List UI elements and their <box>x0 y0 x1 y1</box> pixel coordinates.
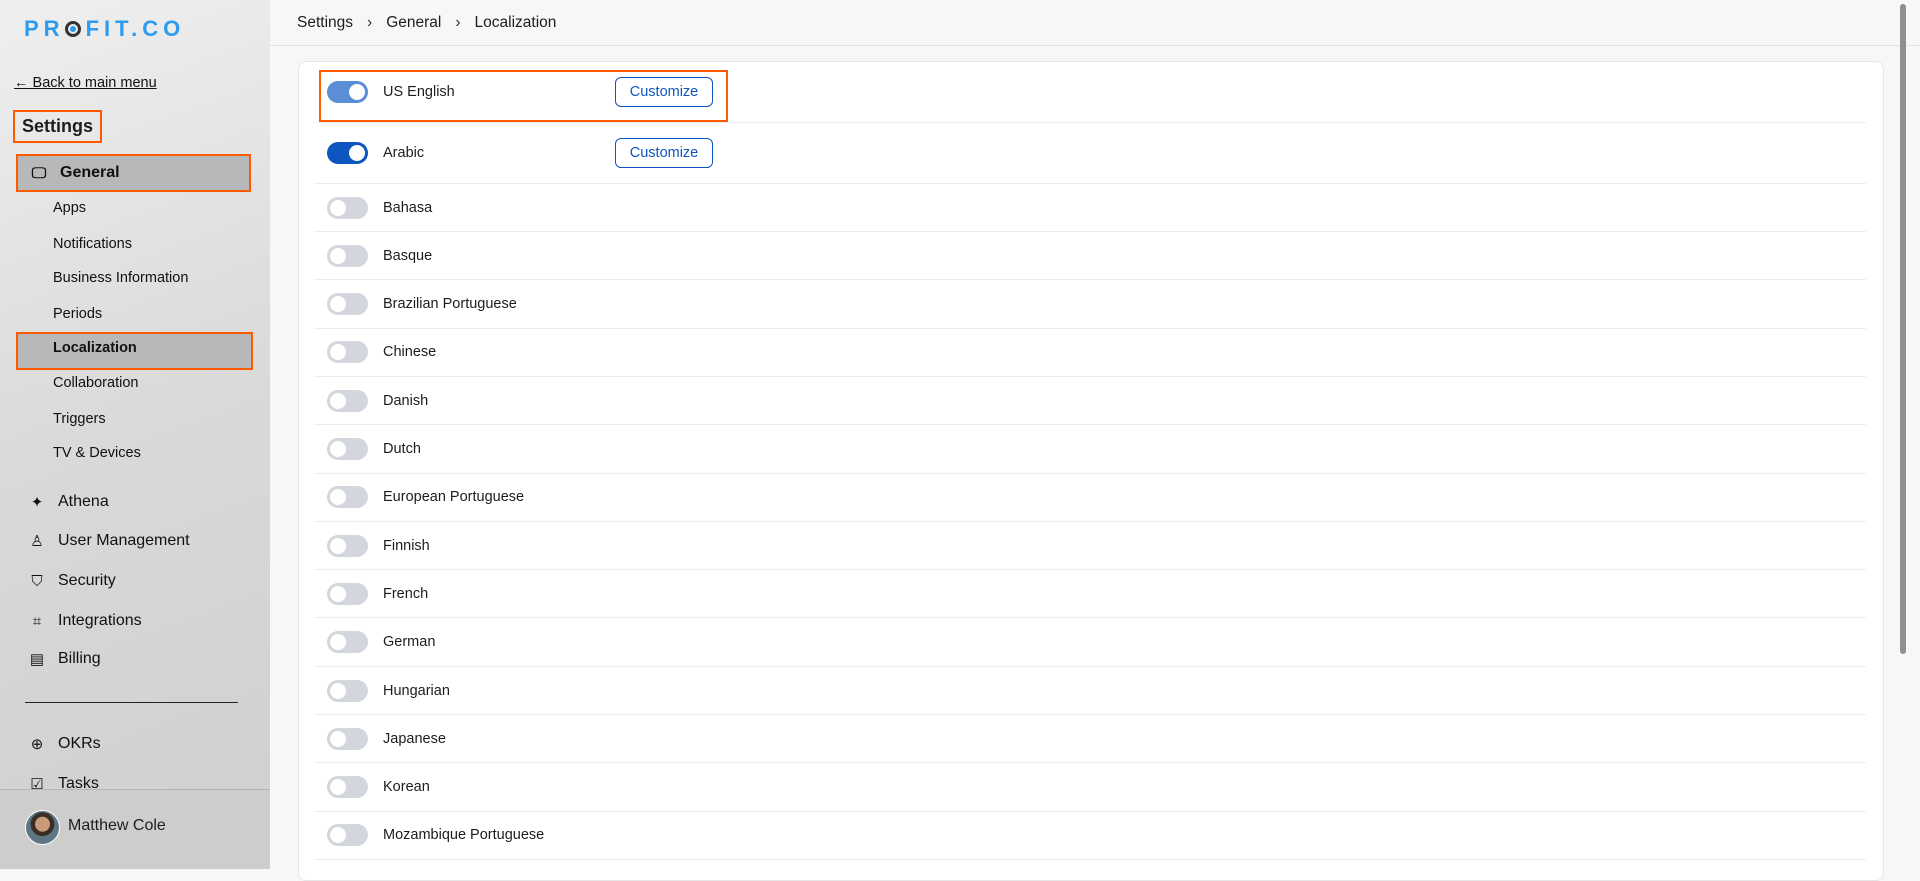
language-toggle[interactable] <box>327 582 368 605</box>
sidebar-item-okrs[interactable]: ⊕ OKRs <box>16 725 251 763</box>
divider <box>25 702 238 703</box>
language-row: Brazilian Portuguese <box>314 281 1866 329</box>
language-name: Korean <box>383 779 430 796</box>
avatar[interactable] <box>25 810 60 845</box>
language-row: Arabic Customize <box>314 123 1866 184</box>
target-icon: ⊕ <box>30 736 44 753</box>
scrollbar[interactable] <box>1900 0 1908 869</box>
language-toggle[interactable] <box>327 631 368 654</box>
sidebar-item-collaboration[interactable]: Collaboration <box>53 375 138 391</box>
language-row: Dutch <box>314 426 1866 474</box>
customize-button[interactable]: Customize <box>615 77 713 107</box>
sidebar-item-periods[interactable]: Periods <box>53 306 102 322</box>
sidebar-item-integrations[interactable]: ⌗ Integrations <box>16 602 251 640</box>
breadcrumb-localization: Localization <box>474 13 557 31</box>
language-toggle[interactable] <box>327 776 368 799</box>
language-name: Japanese <box>383 730 446 747</box>
language-toggle[interactable] <box>327 389 368 412</box>
language-name: European Portuguese <box>383 489 525 506</box>
sparkle-icon: ✦ <box>30 494 44 511</box>
language-row: Korean <box>314 764 1866 812</box>
sidebar-item-notifications[interactable]: Notifications <box>53 236 132 252</box>
language-row: Danish <box>314 377 1866 426</box>
language-name: Hungarian <box>383 682 450 699</box>
sidebar-item-billing[interactable]: ▤ Billing <box>16 640 251 678</box>
sidebar-item-tv-devices[interactable]: TV & Devices <box>53 445 141 461</box>
sidebar-item-label: OKRs <box>58 735 101 752</box>
language-toggle[interactable] <box>327 293 368 316</box>
language-name: Mozambique Portuguese <box>383 827 545 844</box>
sidebar-item-business-information[interactable]: Business Information <box>53 270 188 286</box>
settings-heading: Settings <box>13 110 103 143</box>
language-row: German <box>314 619 1866 667</box>
language-toggle[interactable] <box>327 438 368 460</box>
language-toggle[interactable] <box>327 81 368 103</box>
sidebar-item-localization[interactable]: Localization <box>53 340 137 356</box>
sidebar-item-label: Athena <box>58 493 109 510</box>
language-list: US English Customize Arabic Customize Bahasa… <box>298 61 1884 881</box>
sidebar-item-label: Integrations <box>58 612 142 629</box>
monitor-icon: 🖵 <box>31 164 47 182</box>
language-name: Dutch <box>383 441 421 457</box>
language-name: German <box>383 634 436 651</box>
language-row: Japanese <box>314 715 1866 764</box>
receipt-icon: ▤ <box>29 651 45 668</box>
language-row: Mozambique Portuguese <box>314 812 1866 860</box>
sidebar-item-label: Security <box>58 572 116 589</box>
language-toggle[interactable] <box>327 679 368 702</box>
language-row: Basque <box>314 232 1866 281</box>
chevron-right-icon: › <box>367 13 373 31</box>
breadcrumb-settings[interactable]: Settings <box>297 14 353 32</box>
sidebar-item-label: General <box>60 164 120 181</box>
shield-icon: ⛉ <box>31 572 43 590</box>
user-name[interactable]: Matthew Cole <box>68 817 166 835</box>
language-row: Chinese <box>314 329 1866 377</box>
language-toggle[interactable] <box>327 244 368 267</box>
chip-icon: ⌗ <box>32 612 42 630</box>
language-row: French <box>314 570 1866 619</box>
language-row: European Portuguese <box>314 474 1866 522</box>
language-name: Basque <box>383 247 433 264</box>
sidebar-item-athena[interactable]: ✦ Athena <box>16 483 251 521</box>
language-name: Brazilian Portuguese <box>383 296 517 313</box>
sidebar-item-triggers[interactable]: Triggers <box>53 411 106 427</box>
sidebar: PR FIT.CO ← Back to main menu Settings 🖵 … <box>0 0 270 869</box>
language-name: Finnish <box>383 537 430 554</box>
language-toggle[interactable] <box>327 142 368 164</box>
chevron-right-icon: › <box>455 13 461 31</box>
language-toggle[interactable] <box>327 486 368 509</box>
breadcrumb-general[interactable]: General <box>386 14 441 32</box>
language-name: Bahasa <box>383 199 433 216</box>
language-name: Danish <box>383 392 429 409</box>
language-toggle[interactable] <box>327 824 368 847</box>
user-icon: ♙ <box>30 533 44 550</box>
language-name: French <box>383 585 429 602</box>
language-row: Hungarian <box>314 667 1866 715</box>
sidebar-item-label: Billing <box>58 650 101 667</box>
language-row: Bahasa <box>314 184 1866 232</box>
breadcrumb: Settings › General › Localization <box>270 0 1920 46</box>
language-toggle[interactable] <box>327 196 368 219</box>
language-row: US English Customize <box>314 62 1866 123</box>
language-name: US English <box>383 84 455 100</box>
sidebar-item-user-management[interactable]: ♙ User Management <box>16 522 251 560</box>
language-toggle[interactable] <box>327 341 368 364</box>
language-toggle[interactable] <box>327 727 368 750</box>
sidebar-item-apps[interactable]: Apps <box>53 200 86 216</box>
customize-button[interactable]: Customize <box>615 138 713 168</box>
language-toggle[interactable] <box>327 534 368 557</box>
back-to-main-menu-link[interactable]: ← Back to main menu <box>14 75 157 91</box>
language-row: Finnish <box>314 522 1866 571</box>
sidebar-item-label: User Management <box>58 532 190 549</box>
profitco-logo[interactable]: PR FIT.CO <box>24 16 185 42</box>
language-name: Chinese <box>383 344 437 361</box>
sidebar-item-security[interactable]: ⛉ Security <box>16 562 251 600</box>
sidebar-item-general[interactable]: 🖵 General <box>16 154 251 192</box>
language-name: Arabic <box>383 145 425 161</box>
